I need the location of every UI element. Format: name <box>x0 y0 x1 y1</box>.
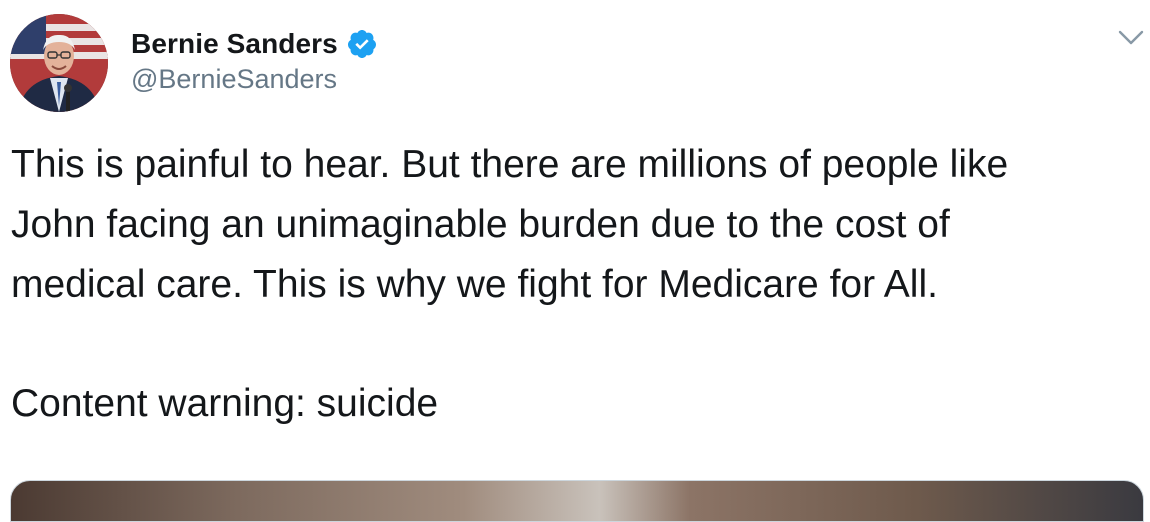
tweet-text-line: This is painful to hear. But there are m… <box>11 143 1009 186</box>
tweet: Bernie Sanders @BernieSanders This is pa… <box>0 0 1150 522</box>
tweet-text-line: John facing an unimaginable burden due t… <box>11 203 950 246</box>
display-name[interactable]: Bernie Sanders <box>131 28 338 60</box>
chevron-down-icon[interactable] <box>1116 26 1146 50</box>
tweet-text-line: medical care. This is why we fight for M… <box>11 263 938 306</box>
content-warning: Content warning: suicide <box>11 382 439 425</box>
verified-badge-icon <box>346 28 378 60</box>
author-handle[interactable]: @BernieSanders <box>131 64 337 95</box>
media-preview[interactable] <box>10 480 1144 522</box>
author-name-row: Bernie Sanders <box>131 24 378 64</box>
avatar[interactable] <box>10 14 108 112</box>
tweet-text: This is painful to hear. But there are m… <box>11 135 1141 315</box>
